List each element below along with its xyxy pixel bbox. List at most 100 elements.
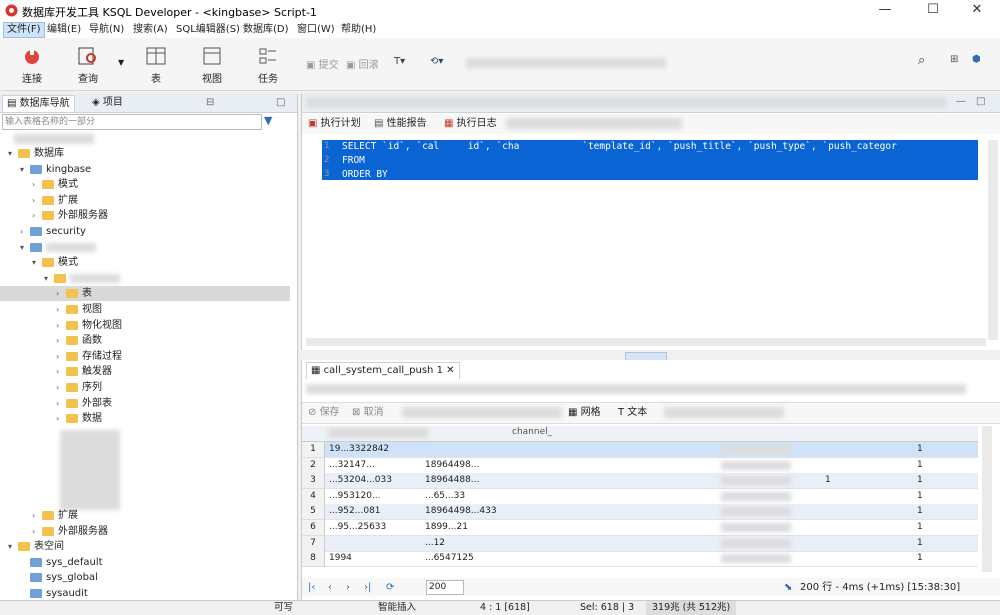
chevron-down-icon[interactable]: ▾ bbox=[8, 539, 12, 554]
table-row[interactable]: 19...3322842 1 bbox=[325, 442, 978, 458]
redacted-editor-tabs[interactable] bbox=[306, 97, 946, 108]
redacted-result-tools-2[interactable] bbox=[664, 407, 784, 418]
table-cell[interactable]: 1 bbox=[917, 489, 947, 504]
row-number[interactable]: 2 bbox=[302, 457, 325, 474]
menu-sql-editor[interactable]: SQL编辑器(S) bbox=[173, 23, 243, 37]
tab-project[interactable]: ◈ 项目 bbox=[92, 95, 123, 111]
rollback-button[interactable]: ▣ 回滚 bbox=[346, 56, 379, 71]
chevron-right-icon[interactable]: › bbox=[56, 349, 59, 364]
table-row[interactable]: ...953120... ...65...33 1 bbox=[325, 489, 978, 505]
tree-node[interactable]: › 模式 bbox=[0, 177, 290, 192]
chevron-right-icon[interactable]: › bbox=[56, 411, 59, 426]
exec-plan-button[interactable]: ▣ 执行计划 bbox=[308, 117, 361, 131]
table-cell[interactable]: 18964488... bbox=[425, 473, 515, 488]
last-page-icon[interactable]: ›| bbox=[364, 581, 371, 595]
menu-edit[interactable]: 编辑(E) bbox=[44, 23, 84, 37]
table-cell[interactable] bbox=[825, 442, 845, 457]
editor-vertical-scrollbar[interactable] bbox=[988, 140, 998, 340]
tree-node[interactable]: ▾ 表空间 bbox=[0, 539, 290, 554]
table-cell[interactable] bbox=[425, 442, 515, 457]
connect-button[interactable]: 连接 bbox=[8, 44, 56, 86]
chevron-right-icon[interactable]: › bbox=[56, 286, 59, 301]
redacted-cell[interactable] bbox=[721, 460, 791, 470]
table-cell[interactable] bbox=[825, 458, 845, 473]
result-tab[interactable]: ▦ call_system_call_push 1 ✕ bbox=[306, 362, 460, 379]
tree-node[interactable]: ▾ 模式 bbox=[0, 255, 290, 270]
table-cell[interactable]: ...953120... bbox=[329, 489, 419, 504]
menu-navigate[interactable]: 导航(N) bbox=[86, 23, 127, 37]
table-cell[interactable] bbox=[825, 504, 845, 519]
filter-icon[interactable]: ▼ bbox=[264, 114, 272, 127]
table-row[interactable]: ...95...25633 1899...21 1 bbox=[325, 520, 978, 536]
table-cell[interactable]: 1899...21 bbox=[425, 520, 515, 535]
table-cell[interactable] bbox=[825, 551, 845, 566]
database-perspective-icon[interactable]: ⬢ bbox=[972, 54, 981, 65]
chevron-down-icon[interactable]: ▾ bbox=[32, 255, 36, 270]
tree-node[interactable]: › 函数 bbox=[0, 333, 290, 348]
tree-node[interactable]: › 外部服务器 bbox=[0, 208, 290, 223]
menu-database[interactable]: 数据库(D) bbox=[240, 23, 292, 37]
menu-search[interactable]: 搜索(A) bbox=[130, 23, 171, 37]
view-button[interactable]: 视图 bbox=[188, 44, 236, 86]
search-icon[interactable]: ⌕ bbox=[918, 53, 925, 68]
cancel-button[interactable]: ⊠ 取消 bbox=[352, 406, 384, 420]
maximize-button[interactable]: ☐ bbox=[910, 0, 956, 22]
chevron-right-icon[interactable]: › bbox=[56, 333, 59, 348]
table-cell[interactable]: 1 bbox=[917, 536, 947, 551]
table-row[interactable]: ...53204...033 18964488... 1 1 bbox=[325, 473, 978, 490]
redacted-editor-tools[interactable] bbox=[506, 118, 682, 129]
row-number[interactable]: 7 bbox=[302, 535, 325, 552]
redacted-cell[interactable] bbox=[721, 491, 791, 501]
grid-button[interactable]: ▦ 网格 bbox=[568, 406, 601, 420]
chevron-right-icon[interactable]: › bbox=[32, 524, 35, 539]
table-cell[interactable]: 1 bbox=[917, 504, 947, 519]
redacted-cell[interactable] bbox=[721, 476, 791, 486]
tree-node[interactable]: › 触发器 bbox=[0, 364, 290, 379]
next-page-icon[interactable]: › bbox=[346, 581, 350, 595]
minimize-editor-icon[interactable]: — bbox=[956, 96, 966, 107]
query-button[interactable]: 查询 bbox=[64, 44, 112, 86]
chevron-down-icon[interactable]: ▾ bbox=[20, 240, 24, 255]
fetch-all-icon[interactable]: ⟳ bbox=[386, 581, 394, 595]
task-button[interactable]: 任务 bbox=[244, 44, 292, 86]
table-cell[interactable]: ...12 bbox=[425, 536, 515, 551]
row-number[interactable]: 1 bbox=[302, 442, 325, 458]
table-cell[interactable]: 1 bbox=[917, 520, 947, 535]
tree-node[interactable]: sys_default bbox=[0, 555, 290, 570]
menu-file[interactable]: 文件(F) bbox=[3, 22, 45, 38]
table-cell[interactable]: 1 bbox=[917, 458, 947, 473]
tree-node[interactable]: › 序列 bbox=[0, 380, 290, 395]
tree-node[interactable]: › 视图 bbox=[0, 302, 290, 317]
chevron-right-icon[interactable]: › bbox=[56, 302, 59, 317]
prev-page-icon[interactable]: ‹ bbox=[328, 581, 332, 595]
maximize-editor-icon[interactable]: □ bbox=[976, 96, 985, 107]
tree-node[interactable]: › 扩展 bbox=[0, 193, 290, 208]
column-header[interactable]: channel_ bbox=[512, 427, 552, 437]
table-cell[interactable]: ...95...25633 bbox=[329, 520, 419, 535]
sql-line-3[interactable]: ORDER BY bbox=[342, 169, 393, 180]
table-cell[interactable]: 1 bbox=[917, 442, 947, 457]
redacted-cell[interactable] bbox=[721, 523, 791, 532]
tree-node[interactable]: › security bbox=[0, 224, 290, 239]
page-size-input[interactable]: 200 bbox=[426, 580, 464, 595]
redacted-result-tools[interactable] bbox=[402, 407, 562, 418]
redacted-cell[interactable] bbox=[721, 554, 791, 564]
tree-node[interactable]: › 存储过程 bbox=[0, 349, 290, 364]
table-cell[interactable] bbox=[825, 520, 845, 535]
minimize-button[interactable]: — bbox=[862, 0, 908, 22]
table-row[interactable]: 1994 ...6547125 1 bbox=[325, 551, 978, 568]
table-cell[interactable]: 19...3322842 bbox=[329, 442, 419, 457]
row-number[interactable]: 8 bbox=[302, 551, 325, 568]
redacted-cell[interactable] bbox=[721, 507, 791, 517]
table-cell[interactable] bbox=[329, 536, 419, 551]
chevron-right-icon[interactable]: › bbox=[20, 224, 23, 239]
history-icon[interactable]: ⟲▾ bbox=[430, 56, 443, 67]
table-filter-input[interactable]: 输入表格名称的一部分 bbox=[2, 114, 262, 130]
table-cell[interactable]: 1994 bbox=[329, 551, 419, 566]
tab-database-navigator[interactable]: ▤ 数据库导航 bbox=[2, 95, 75, 112]
table-cell[interactable] bbox=[825, 489, 845, 504]
table-cell[interactable]: ...65...33 bbox=[425, 489, 515, 504]
tree-node[interactable]: sysaudit bbox=[0, 586, 290, 601]
redacted-connection-node[interactable] bbox=[14, 134, 94, 144]
transaction-mode-icon[interactable]: T▾ bbox=[394, 56, 405, 67]
